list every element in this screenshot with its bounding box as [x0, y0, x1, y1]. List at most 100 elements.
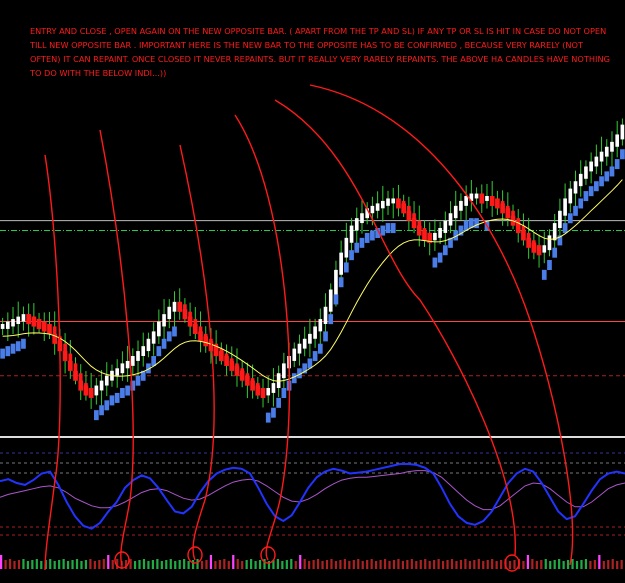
- signal-band-bar: [99, 405, 104, 416]
- candle-body: [594, 156, 599, 167]
- candle-body: [558, 210, 562, 228]
- histogram-bar: [290, 559, 293, 569]
- histogram-bar: [575, 561, 579, 569]
- signal-band-bar: [192, 324, 198, 334]
- histogram-bar: [8, 559, 12, 569]
- signal-band-bar: [245, 375, 250, 386]
- signal-band-bar: [422, 230, 427, 241]
- histogram-bar: [464, 559, 467, 569]
- histogram-bar: [133, 561, 137, 569]
- signal-band-bar: [500, 203, 505, 214]
- histogram-bar: [250, 559, 253, 569]
- histogram-bar: [312, 560, 315, 569]
- candle-body: [282, 363, 286, 379]
- histogram-bar: [254, 561, 257, 569]
- histogram-bar: [232, 555, 235, 569]
- signal-band-bar: [239, 370, 245, 381]
- histogram-bar: [428, 561, 431, 569]
- histogram-bar: [334, 561, 338, 569]
- candle-body: [615, 134, 620, 147]
- candle-body: [141, 346, 146, 356]
- signal-band-bar: [552, 247, 558, 258]
- signal-band-bar: [213, 346, 219, 357]
- candle-body: [120, 363, 125, 374]
- histogram-bar: [0, 555, 3, 569]
- signal-band-bar: [104, 400, 110, 411]
- histogram-bar: [58, 560, 61, 569]
- histogram-bar: [540, 560, 543, 569]
- chart-window: ENTRY AND CLOSE , OPEN AGAIN ON THE NEW …: [0, 0, 625, 578]
- signal-band-bar: [135, 375, 141, 386]
- signal-band-bar: [547, 260, 552, 270]
- signal-band-bar: [385, 223, 391, 234]
- histogram-bar: [187, 561, 190, 569]
- candle-body: [448, 213, 453, 226]
- candle-body: [318, 319, 323, 332]
- histogram-bar: [107, 555, 110, 569]
- histogram-bar: [406, 560, 409, 569]
- histogram-bar: [325, 560, 329, 569]
- candle-body: [104, 375, 109, 386]
- histogram-bar: [205, 560, 208, 569]
- candle-body: [167, 306, 172, 320]
- candle-body: [464, 196, 468, 206]
- candle-body: [21, 314, 26, 322]
- signal-band-bar: [536, 245, 542, 256]
- candle-body: [563, 198, 567, 216]
- histogram-bar: [500, 560, 503, 569]
- signal-band-bar: [364, 232, 370, 243]
- candle-body: [162, 314, 166, 327]
- histogram-bar: [455, 561, 458, 569]
- signal-band-bar: [10, 343, 16, 354]
- signal-band-bar: [599, 176, 604, 187]
- histogram-bar: [178, 560, 181, 569]
- signal-band-bar: [562, 223, 568, 234]
- signal-band-bar: [219, 351, 224, 362]
- histogram-bar: [562, 561, 565, 569]
- signal-band-bar: [88, 388, 94, 398]
- signal-band-bar: [333, 294, 339, 305]
- histogram-bar: [169, 559, 172, 569]
- signal-band-bar: [349, 250, 354, 261]
- histogram-bar: [308, 561, 311, 569]
- signal-band-bar: [229, 360, 235, 371]
- histogram-bar: [321, 561, 324, 569]
- signal-band-bar: [125, 385, 130, 396]
- signal-band-bar: [291, 373, 297, 384]
- histogram-bar: [598, 555, 601, 569]
- histogram-bar: [459, 560, 463, 569]
- signal-band-bar: [614, 159, 620, 170]
- histogram-bar: [544, 559, 547, 569]
- histogram-bar: [437, 559, 440, 569]
- histogram-bar: [294, 561, 297, 569]
- histogram-bar: [433, 560, 436, 569]
- histogram-bar: [191, 560, 195, 569]
- signal-band-bar: [567, 213, 573, 224]
- signal-band-bar: [41, 321, 47, 332]
- annotation-curve-5: [309, 84, 574, 566]
- candle-body: [547, 235, 552, 251]
- histogram-bar: [513, 560, 516, 569]
- candle-body: [323, 306, 328, 324]
- candle-body: [552, 223, 557, 241]
- histogram-bar: [183, 559, 186, 569]
- histogram-bar: [370, 559, 373, 569]
- histogram-bar: [160, 561, 163, 569]
- histogram-bar: [4, 560, 7, 569]
- histogram-bar: [196, 559, 199, 569]
- candle-body: [99, 380, 104, 391]
- candle-body: [313, 326, 317, 339]
- histogram-bar: [223, 559, 226, 569]
- signal-circle-3: [504, 554, 520, 572]
- candle-body: [94, 385, 99, 396]
- histogram-bar: [397, 559, 400, 569]
- signal-band-bar: [380, 225, 386, 236]
- signal-band-bar: [114, 392, 120, 403]
- histogram-bar: [424, 559, 427, 569]
- signal-band-bar: [489, 196, 495, 206]
- histogram-bar: [415, 561, 418, 569]
- histogram-bar: [276, 559, 280, 569]
- histogram-bar: [111, 560, 114, 569]
- signal-band-bar: [583, 191, 589, 202]
- histogram-bar: [441, 561, 445, 569]
